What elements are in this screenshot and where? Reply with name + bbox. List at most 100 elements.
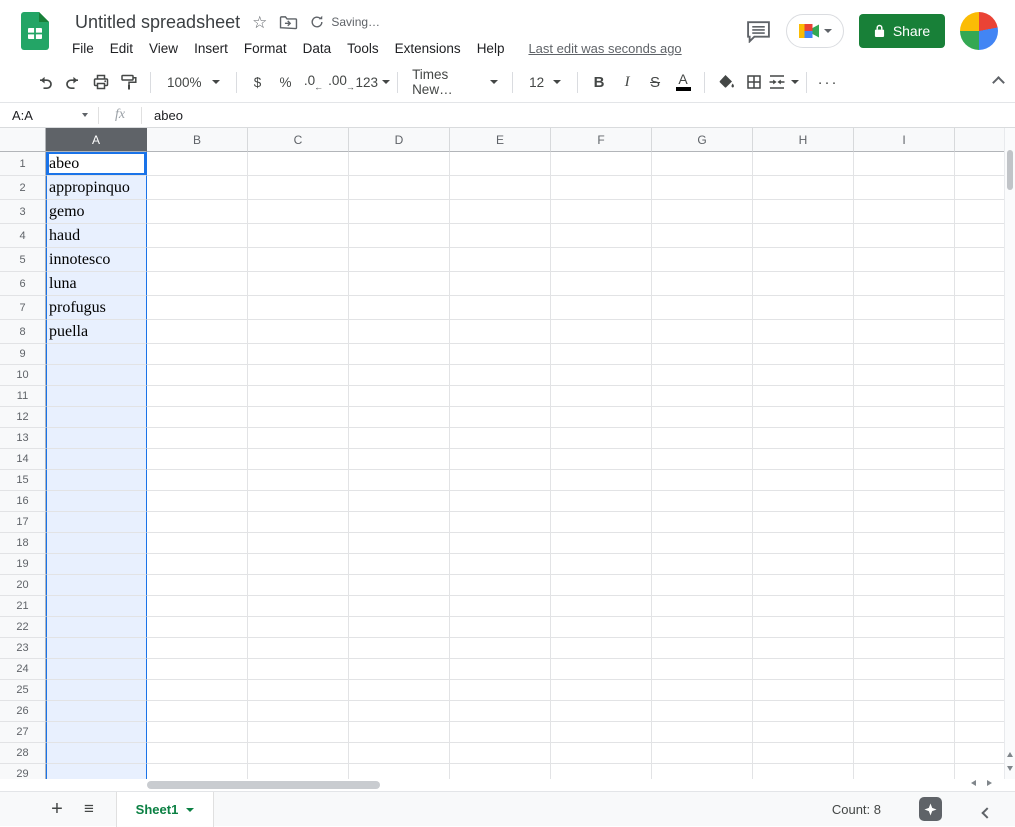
cell-B24[interactable] <box>147 659 248 680</box>
cell-D1[interactable] <box>349 152 450 176</box>
cell-C25[interactable] <box>248 680 349 701</box>
format-percent-button[interactable]: % <box>272 69 300 96</box>
cell-I5[interactable] <box>854 248 955 272</box>
cell-H19[interactable] <box>753 554 854 575</box>
cell-G1[interactable] <box>652 152 753 176</box>
cell-D12[interactable] <box>349 407 450 428</box>
cell-A18[interactable] <box>46 533 147 554</box>
cell-A26[interactable] <box>46 701 147 722</box>
row-header-29[interactable]: 29 <box>0 764 46 779</box>
cell-G4[interactable] <box>652 224 753 248</box>
cell-B19[interactable] <box>147 554 248 575</box>
cell-I26[interactable] <box>854 701 955 722</box>
hide-menus-button[interactable] <box>994 74 1003 92</box>
cell-E16[interactable] <box>450 491 551 512</box>
cell-H23[interactable] <box>753 638 854 659</box>
format-currency-button[interactable]: $ <box>244 69 272 96</box>
cell-H12[interactable] <box>753 407 854 428</box>
cell-D24[interactable] <box>349 659 450 680</box>
cell-E24[interactable] <box>450 659 551 680</box>
cell-D14[interactable] <box>349 449 450 470</box>
more-formats-button[interactable]: 123 <box>356 69 391 96</box>
cell-B4[interactable] <box>147 224 248 248</box>
cell-I18[interactable] <box>854 533 955 554</box>
move-folder-icon[interactable] <box>279 15 298 30</box>
strikethrough-button[interactable]: S <box>641 69 669 96</box>
cell-E20[interactable] <box>450 575 551 596</box>
cell-A24[interactable] <box>46 659 147 680</box>
cell-D2[interactable] <box>349 176 450 200</box>
cell-F8[interactable] <box>551 320 652 344</box>
cell-I22[interactable] <box>854 617 955 638</box>
more-toolbar-button[interactable]: ··· <box>814 69 842 96</box>
cell-C12[interactable] <box>248 407 349 428</box>
cell-D15[interactable] <box>349 470 450 491</box>
cell-G23[interactable] <box>652 638 753 659</box>
cell-H8[interactable] <box>753 320 854 344</box>
cell-I4[interactable] <box>854 224 955 248</box>
cell-G2[interactable] <box>652 176 753 200</box>
cell-partial-25[interactable] <box>955 680 1004 701</box>
cell-I27[interactable] <box>854 722 955 743</box>
menu-file[interactable]: File <box>64 38 102 59</box>
cell-E1[interactable] <box>450 152 551 176</box>
cell-A4[interactable]: haud <box>46 224 147 248</box>
cell-C13[interactable] <box>248 428 349 449</box>
cell-H16[interactable] <box>753 491 854 512</box>
cell-D27[interactable] <box>349 722 450 743</box>
cell-F18[interactable] <box>551 533 652 554</box>
scroll-left-arrow[interactable] <box>971 780 976 786</box>
cell-A7[interactable]: profugus <box>46 296 147 320</box>
cell-I7[interactable] <box>854 296 955 320</box>
column-header-partial[interactable] <box>955 128 1004 152</box>
cell-H21[interactable] <box>753 596 854 617</box>
cell-partial-4[interactable] <box>955 224 1004 248</box>
cell-E4[interactable] <box>450 224 551 248</box>
cell-partial-20[interactable] <box>955 575 1004 596</box>
cell-D8[interactable] <box>349 320 450 344</box>
cell-E5[interactable] <box>450 248 551 272</box>
cell-partial-15[interactable] <box>955 470 1004 491</box>
cell-I2[interactable] <box>854 176 955 200</box>
cell-E21[interactable] <box>450 596 551 617</box>
cell-F29[interactable] <box>551 764 652 779</box>
select-all-corner[interactable] <box>0 128 46 152</box>
cell-E12[interactable] <box>450 407 551 428</box>
menu-tools[interactable]: Tools <box>339 38 387 59</box>
cell-G25[interactable] <box>652 680 753 701</box>
cell-C16[interactable] <box>248 491 349 512</box>
cell-A20[interactable] <box>46 575 147 596</box>
cell-G15[interactable] <box>652 470 753 491</box>
cell-I17[interactable] <box>854 512 955 533</box>
cell-I1[interactable] <box>854 152 955 176</box>
scroll-down-arrow[interactable] <box>1007 766 1013 771</box>
cell-D5[interactable] <box>349 248 450 272</box>
cell-E18[interactable] <box>450 533 551 554</box>
cell-G17[interactable] <box>652 512 753 533</box>
cell-H24[interactable] <box>753 659 854 680</box>
row-header-18[interactable]: 18 <box>0 533 46 554</box>
bold-button[interactable]: B <box>585 69 613 96</box>
cell-E2[interactable] <box>450 176 551 200</box>
row-header-23[interactable]: 23 <box>0 638 46 659</box>
column-header-E[interactable]: E <box>450 128 551 152</box>
cell-B12[interactable] <box>147 407 248 428</box>
row-header-11[interactable]: 11 <box>0 386 46 407</box>
cell-H27[interactable] <box>753 722 854 743</box>
cell-I21[interactable] <box>854 596 955 617</box>
cell-E9[interactable] <box>450 344 551 365</box>
row-header-20[interactable]: 20 <box>0 575 46 596</box>
cell-H17[interactable] <box>753 512 854 533</box>
cell-D11[interactable] <box>349 386 450 407</box>
row-header-26[interactable]: 26 <box>0 701 46 722</box>
cell-I15[interactable] <box>854 470 955 491</box>
borders-button[interactable] <box>740 69 768 96</box>
all-sheets-button[interactable]: ≡ <box>76 796 102 822</box>
cell-I8[interactable] <box>854 320 955 344</box>
cell-F7[interactable] <box>551 296 652 320</box>
scroll-right-arrow[interactable] <box>987 780 992 786</box>
document-title[interactable]: Untitled spreadsheet <box>75 12 240 33</box>
column-header-A[interactable]: A <box>46 128 147 152</box>
cell-partial-29[interactable] <box>955 764 1004 779</box>
cell-D19[interactable] <box>349 554 450 575</box>
